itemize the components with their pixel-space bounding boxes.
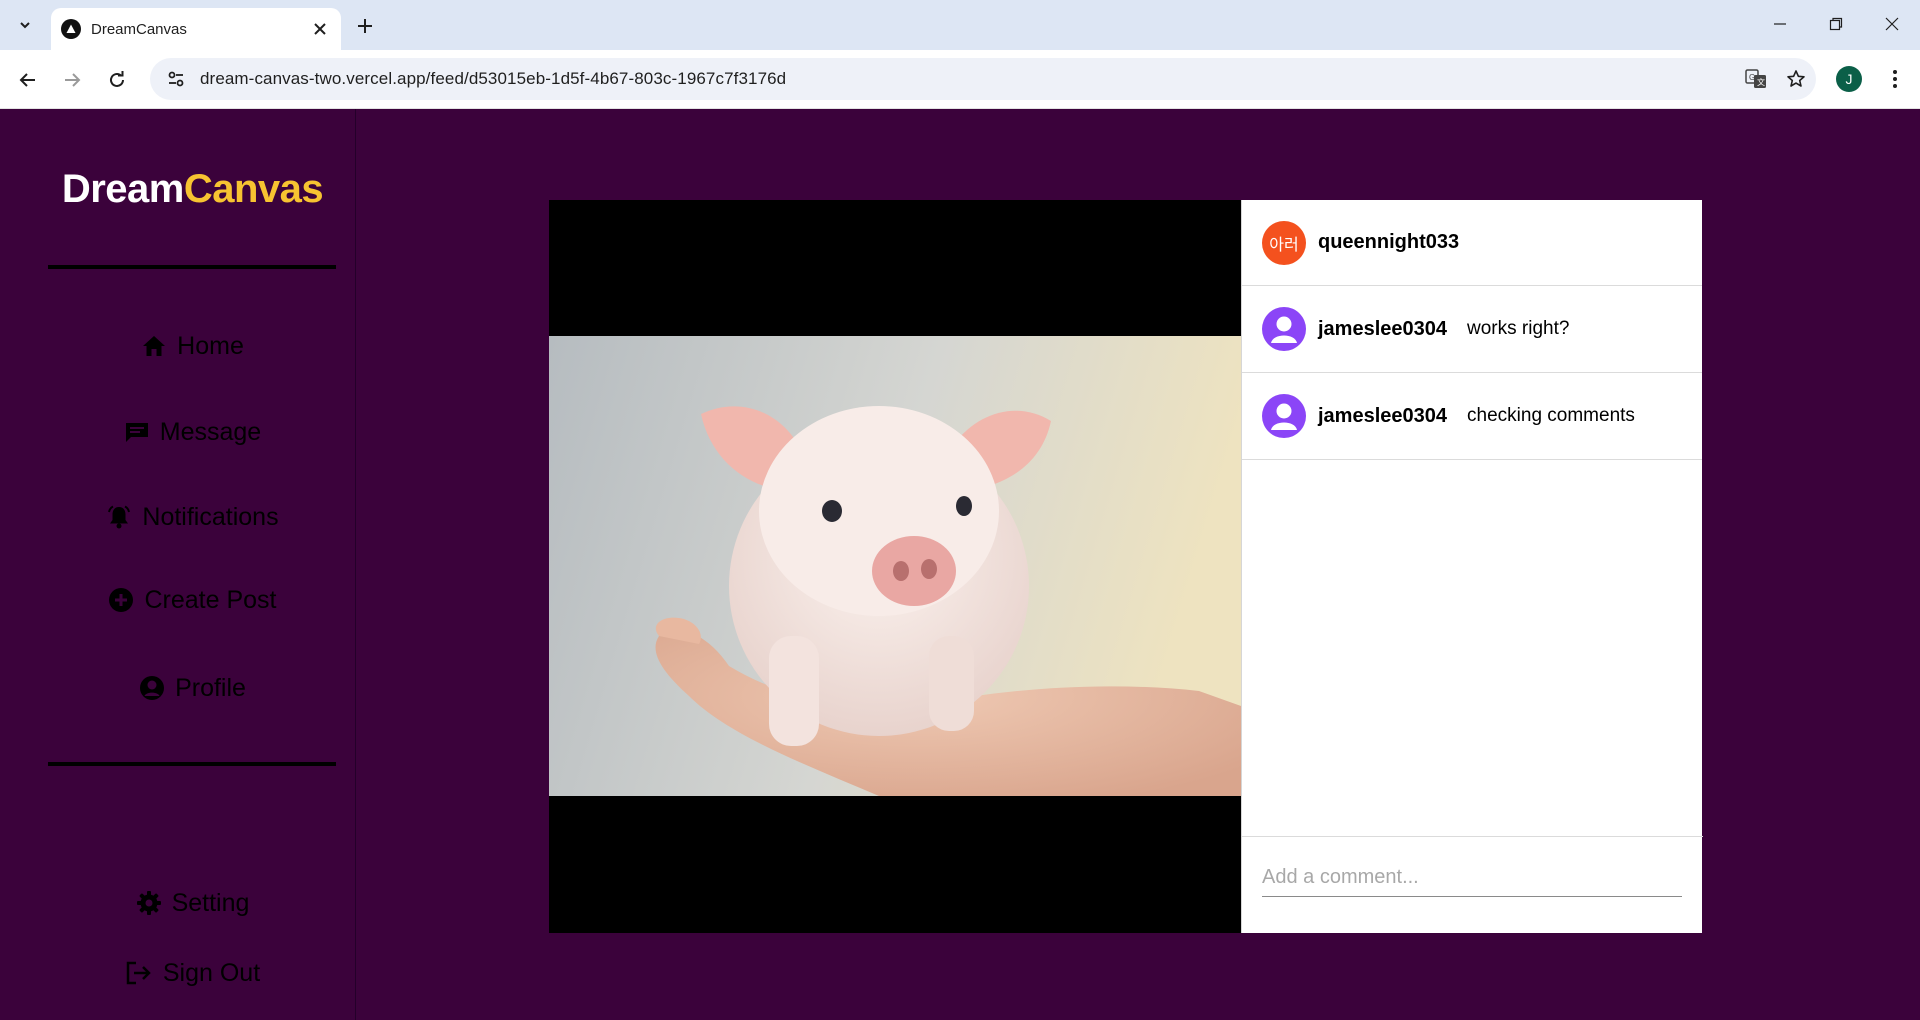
message-icon xyxy=(125,423,148,442)
reload-button[interactable] xyxy=(101,64,133,96)
comment-text: checking comments xyxy=(1467,405,1635,426)
brand-part-2: Canvas xyxy=(183,167,324,211)
minimize-icon xyxy=(1774,23,1786,25)
comment-item: jameslee0304 works right? xyxy=(1242,286,1702,373)
restore-button[interactable] xyxy=(1810,4,1862,44)
favicon-icon xyxy=(61,19,81,39)
bookmark-button[interactable] xyxy=(1776,58,1816,100)
nav-setting[interactable]: Setting xyxy=(0,883,385,923)
comment-username[interactable]: jameslee0304 xyxy=(1318,318,1447,341)
tab-search-button[interactable] xyxy=(10,11,40,39)
arrow-left-icon xyxy=(19,73,35,87)
bell-icon xyxy=(108,505,131,529)
translate-icon: G文 xyxy=(1745,69,1766,88)
post-detail-card: 아러 queennight033 jameslee0304 works righ… xyxy=(549,200,1703,933)
nav-setting-label: Setting xyxy=(171,888,250,917)
author-username[interactable]: queennight033 xyxy=(1318,231,1459,254)
address-bar[interactable]: dream-canvas-two.vercel.app/feed/d53015e… xyxy=(150,58,1816,100)
site-info-button[interactable] xyxy=(156,58,196,100)
comment-input[interactable] xyxy=(1262,859,1682,897)
divider xyxy=(48,265,336,269)
browser-toolbar: dream-canvas-two.vercel.app/feed/d53015e… xyxy=(0,50,1920,109)
divider xyxy=(48,762,336,766)
star-icon xyxy=(1787,70,1805,87)
browser-profile-avatar[interactable]: J xyxy=(1836,66,1862,92)
nav-create-post-label: Create Post xyxy=(144,585,277,614)
gear-icon xyxy=(136,891,161,915)
forward-button[interactable] xyxy=(56,64,88,96)
chevron-down-icon xyxy=(20,22,30,29)
post-media xyxy=(549,200,1241,933)
user-icon xyxy=(1271,403,1297,430)
nav-sign-out[interactable]: Sign Out xyxy=(0,953,385,993)
brand-logo[interactable]: DreamCanvas xyxy=(0,167,385,212)
nav-message-label: Message xyxy=(159,417,262,446)
home-icon xyxy=(143,336,166,356)
restore-icon xyxy=(1829,17,1843,31)
nav-profile[interactable]: Profile xyxy=(0,668,385,708)
commenter-avatar[interactable] xyxy=(1262,307,1306,351)
url-text[interactable]: dream-canvas-two.vercel.app/feed/d53015e… xyxy=(200,69,1736,89)
svg-text:G: G xyxy=(1749,73,1755,82)
new-tab-button[interactable] xyxy=(350,11,380,41)
nav-notifications[interactable]: Notifications xyxy=(0,497,385,537)
close-window-button[interactable] xyxy=(1866,4,1918,44)
nav-message[interactable]: Message xyxy=(0,412,385,452)
plus-icon xyxy=(358,19,372,33)
brand-part-1: Dream xyxy=(61,167,185,211)
comment-text: works right? xyxy=(1467,318,1570,339)
close-icon xyxy=(314,23,326,35)
nav-home-label: Home xyxy=(177,331,244,360)
close-icon xyxy=(1885,17,1899,31)
comments-panel: 아러 queennight033 jameslee0304 works righ… xyxy=(1241,200,1703,933)
user-icon xyxy=(1271,316,1297,343)
nav-home[interactable]: Home xyxy=(0,326,385,366)
tab-title: DreamCanvas xyxy=(91,20,187,38)
back-button[interactable] xyxy=(12,64,44,96)
nav-profile-label: Profile xyxy=(175,673,246,702)
nav-create-post[interactable]: Create Post xyxy=(0,580,385,620)
reload-icon xyxy=(110,71,124,87)
post-image[interactable] xyxy=(549,336,1241,796)
tune-icon xyxy=(168,71,184,87)
author-avatar[interactable]: 아러 xyxy=(1262,220,1306,265)
nav-sign-out-label: Sign Out xyxy=(162,958,261,987)
close-tab-button[interactable] xyxy=(307,16,333,42)
plus-circle-icon xyxy=(109,588,134,612)
sidebar: DreamCanvas Home Message Notifications C… xyxy=(0,109,356,1020)
commenter-avatar[interactable] xyxy=(1262,394,1306,438)
comment-composer xyxy=(1242,836,1703,933)
arrow-right-icon xyxy=(65,73,81,87)
post-author[interactable]: 아러 queennight033 xyxy=(1242,200,1702,286)
user-circle-icon xyxy=(140,676,165,700)
svg-text:文: 文 xyxy=(1757,77,1765,87)
sign-out-icon xyxy=(126,961,151,985)
comment-item: jameslee0304 checking comments xyxy=(1242,373,1702,460)
browser-menu-button[interactable] xyxy=(1880,64,1910,94)
browser-tabbar: DreamCanvas xyxy=(0,0,1920,50)
nav-notifications-label: Notifications xyxy=(142,502,279,531)
comment-username[interactable]: jameslee0304 xyxy=(1318,405,1447,428)
minimize-button[interactable] xyxy=(1754,4,1806,44)
translate-button[interactable]: G文 xyxy=(1736,58,1776,100)
browser-tab-active[interactable]: DreamCanvas xyxy=(51,8,341,50)
more-vertical-icon xyxy=(1893,70,1897,88)
